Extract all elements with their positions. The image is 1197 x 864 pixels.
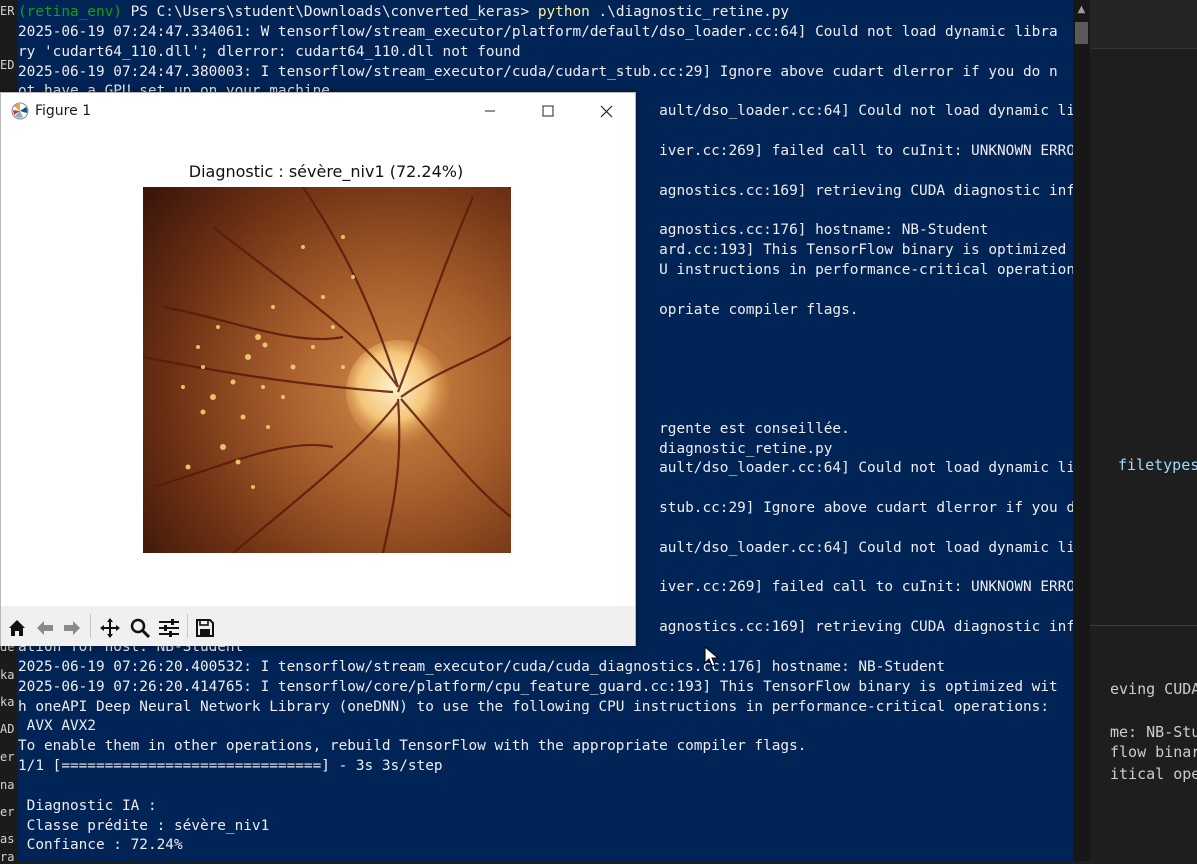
zoom-icon [130,618,150,638]
forward-arrow-icon [64,621,80,635]
editor-code-fragment: filetypes [1118,456,1197,474]
scrollbar-thumb[interactable] [1075,22,1088,44]
editor-fragment: ER [0,4,15,18]
panel-text-line: flow binary [1110,743,1197,761]
console-line: Classe prédite : sévère_niv1 [18,817,270,834]
pan-button[interactable] [98,616,122,640]
configure-subplots-button[interactable] [157,616,181,640]
editor-fragment: as [0,832,15,846]
console-line: Diagnostic IA : [18,797,157,814]
home-icon [9,620,25,636]
editor-right-pane: filetypes eving CUDA me: NB-Stu flow bin… [1090,0,1197,862]
console-line: 2025-06-19 07:26:20.400532: I tensorflow… [18,658,946,675]
figure-window[interactable]: Figure 1 Diagnostic : sévère_niv1 (72.24… [0,92,636,646]
toolbar-separator [90,614,91,638]
minimize-icon [485,110,495,112]
editor-fragment: ED [0,58,15,72]
console-line: 2025-06-19 07:24:47.380003: I tensorflow… [18,63,1058,80]
window-title: Figure 1 [35,103,92,119]
console-line: (retina_env) PS C:\Users\student\Downloa… [18,3,1090,23]
maximize-icon [542,105,554,117]
save-button[interactable] [193,616,217,640]
mouse-cursor-icon [704,646,720,667]
console-line: To enable them in other operations, rebu… [18,738,807,755]
editor-fragment: ra [0,850,15,864]
figure-canvas[interactable]: Diagnostic : sévère_niv1 (72.24%) [1,129,635,606]
forward-button[interactable] [60,616,84,640]
console-line: 2025-06-19 07:24:47.334061: W tensorflow… [18,23,1058,40]
back-button[interactable] [33,616,57,640]
back-arrow-icon [37,621,53,635]
scroll-up-icon[interactable]: ▲ [1073,0,1090,20]
save-icon [196,619,214,637]
pan-icon [100,618,120,638]
minimize-button[interactable] [461,93,519,129]
panel-text-line: me: NB-Stu [1110,723,1197,741]
command-name: python [537,4,590,20]
editor-fragment: er [0,805,15,819]
configure-subplots-icon [159,619,179,637]
close-icon [600,105,612,117]
console-line: Confiance : 72.24% [18,837,183,854]
editor-tab-bar [1090,0,1197,49]
plot-title: Diagnostic : sévère_niv1 (72.24%) [188,162,464,181]
figure-toolbar [1,606,635,646]
console-line: 1/1 [==============================] - 3… [18,758,443,775]
prompt-path: PS C:\Users\student\Downloads\converted_… [121,4,538,20]
editor-fragment: er [0,750,15,764]
prompt-env: (retina_env) [18,4,122,20]
retina-fundus-image [143,187,511,553]
zoom-button[interactable] [128,616,152,640]
home-button[interactable] [5,616,29,640]
close-button[interactable] [577,93,635,129]
editor-fragment: ka [0,668,15,682]
console-line: 2025-06-19 07:26:20.414765: I tensorflow… [18,678,1058,695]
console-line: AVX AVX2 [18,718,96,735]
panel-text-line: itical ope [1110,765,1197,783]
panel-text-line: eving CUDA [1110,680,1197,698]
command-args: .\diagnostic_retine.py [589,4,790,20]
maximize-button[interactable] [519,93,577,129]
console-scrollbar[interactable]: ▲ [1073,0,1090,861]
editor-fragment: ka [0,695,15,709]
window-titlebar[interactable]: Figure 1 [1,93,635,129]
console-line: ry 'cudart64_110.dll'; dlerror: cudart64… [18,43,521,60]
editor-fragment: na [0,778,15,792]
matplotlib-icon [11,102,29,120]
console-line: h oneAPI Deep Neural Network Library (on… [18,698,1050,715]
toolbar-separator [187,614,188,638]
editor-fragment: AD [0,722,15,736]
